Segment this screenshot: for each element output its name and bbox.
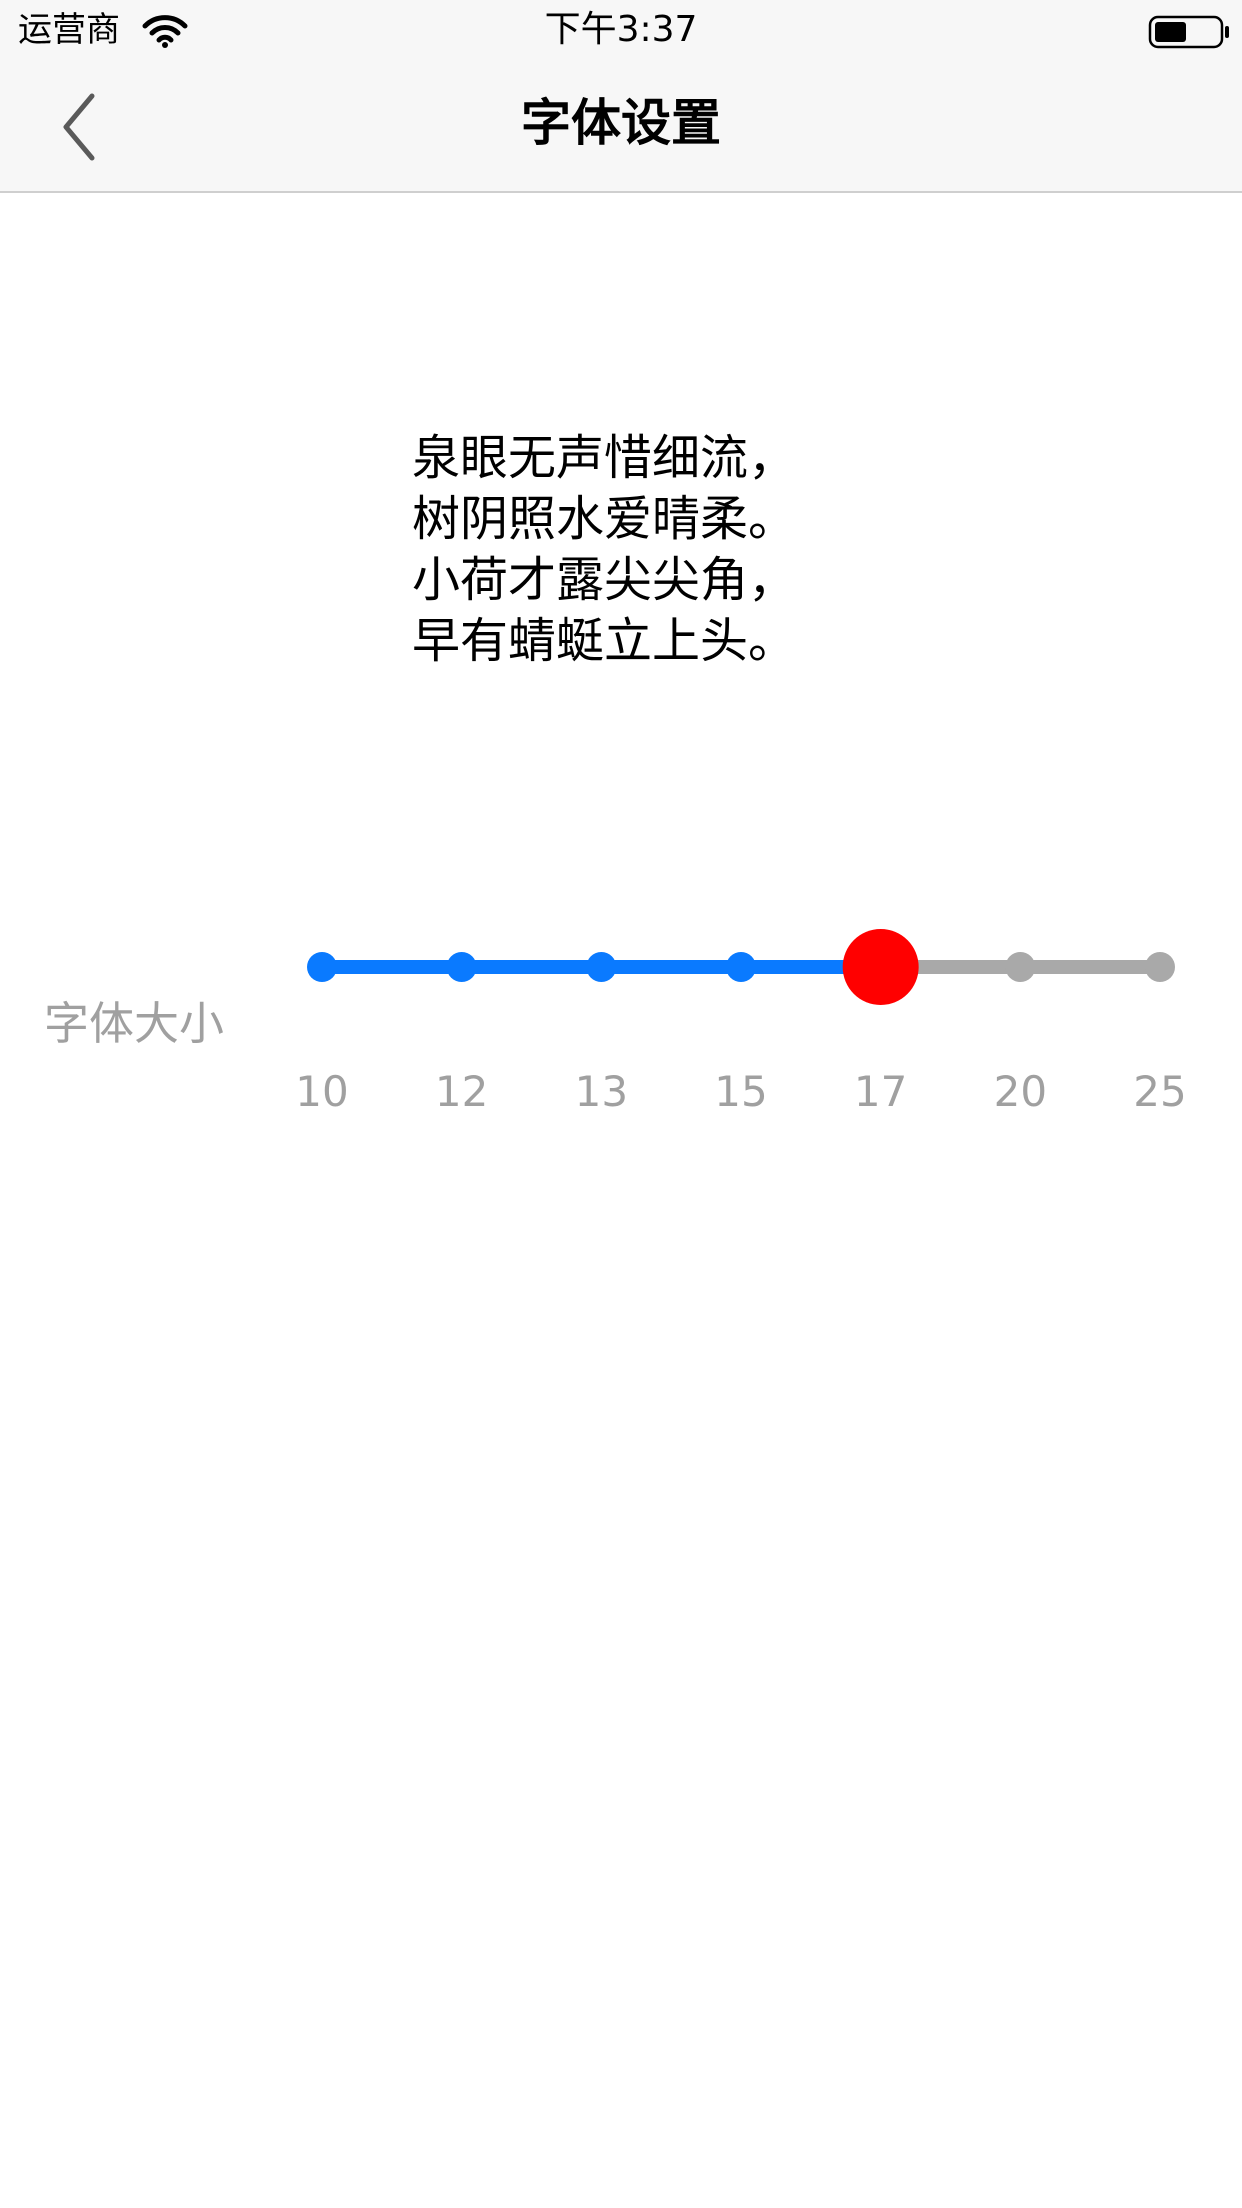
slider-stop-10[interactable] (307, 952, 337, 982)
slider-stop-25[interactable] (1145, 952, 1175, 982)
slider-stop-20[interactable] (1005, 952, 1036, 982)
font-size-option-label[interactable]: 15 (691, 1066, 791, 1118)
slider-thumb[interactable] (842, 929, 919, 1005)
font-size-option-label[interactable]: 10 (272, 1066, 372, 1118)
font-size-slider[interactable] (0, 0, 1242, 1200)
slider-stop-12[interactable] (446, 952, 477, 982)
font-size-option-label[interactable]: 13 (551, 1066, 651, 1118)
slider-stop-13[interactable] (586, 952, 617, 982)
slider-stop-15[interactable] (726, 952, 756, 982)
font-size-option-label[interactable]: 25 (1110, 1066, 1210, 1118)
font-size-option-label[interactable]: 20 (970, 1066, 1070, 1118)
font-size-option-label[interactable]: 12 (412, 1066, 512, 1118)
font-size-option-label[interactable]: 17 (831, 1066, 931, 1118)
